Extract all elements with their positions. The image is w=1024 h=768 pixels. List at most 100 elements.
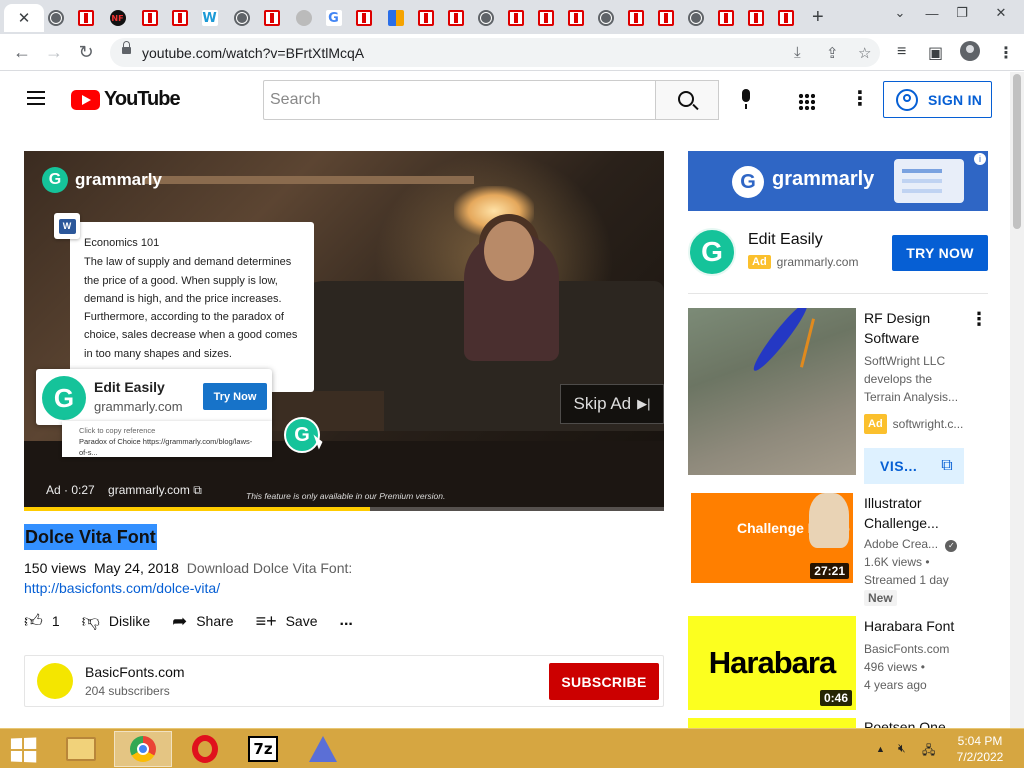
share-icon[interactable]: ⇪ [826,44,839,62]
video-thumbnail[interactable] [688,718,856,728]
tab[interactable] [292,4,315,32]
search-button[interactable] [655,80,719,120]
video-player[interactable]: G grammarly Economics 101 The law of sup… [24,151,664,511]
ad-domain-link[interactable]: grammarly.com [108,483,190,497]
tab-search-icon[interactable]: ⌄ [884,0,916,26]
card-title[interactable]: Harabara Font [864,616,964,636]
install-icon[interactable]: ⤓ [794,44,801,61]
apps-grid-icon[interactable] [798,93,815,110]
restore-button[interactable]: ❐ [946,0,978,26]
ad-progress-bar[interactable] [24,507,664,511]
related-video-card[interactable]: Challenge Recap 27:21 Illustrator Challe… [688,493,988,608]
network-icon[interactable]: 🖧 [922,741,935,762]
related-video-card[interactable]: Harabara 0:46 Harabara Font BasicFonts.c… [688,616,988,712]
card-channel-name[interactable]: Adobe Crea... [864,537,938,551]
tab[interactable] [714,4,737,32]
grammarly-logo-icon[interactable]: G [688,228,736,276]
minimize-button[interactable]: — [916,0,948,26]
tab[interactable] [594,4,617,32]
subscribe-button[interactable]: SUBSCRIBE [549,663,659,700]
sidebar-ad-title[interactable]: Edit Easily [748,231,823,249]
taskbar-file-explorer[interactable] [52,731,110,767]
microphone-icon[interactable] [738,89,754,111]
card-title[interactable]: Illustrator Challenge... [864,493,964,533]
reload-icon[interactable]: ↻ [74,40,98,64]
url-text[interactable]: youtube.com/watch?v=BFrtXtlMcqA [142,45,364,61]
tab[interactable] [384,4,407,32]
like-button[interactable]: 👍︎ 1 [24,610,60,632]
address-bar[interactable]: youtube.com/watch?v=BFrtXtlMcqA ⤓ ⇪ ☆ [110,38,880,67]
tab[interactable] [138,4,161,32]
tab[interactable] [564,4,587,32]
card-title[interactable]: Poetsen One [864,718,964,728]
volume-muted-icon[interactable]: 🔇︎ [898,741,906,756]
ad-info-icon[interactable]: i [974,153,986,165]
grammarly-banner-ad[interactable]: G grammarly i [688,151,988,211]
lock-icon[interactable] [122,41,131,56]
tab[interactable] [44,4,67,32]
tab[interactable] [684,4,707,32]
taskbar-opera[interactable] [176,731,234,767]
description-link[interactable]: http://basicfonts.com/dolce-vita/ [24,580,220,596]
tab[interactable] [74,4,97,32]
tab[interactable]: W [198,4,221,32]
taskbar-app[interactable] [294,731,352,767]
windows-start-icon[interactable] [10,737,38,763]
scrollbar-thumb[interactable] [1013,74,1021,229]
tab[interactable] [168,4,191,32]
sign-in-button[interactable]: SIGN IN [883,81,992,118]
bookmark-star-icon[interactable]: ☆ [858,44,871,62]
video-thumbnail[interactable]: Harabara 0:46 [688,616,856,710]
taskbar-chrome[interactable] [114,731,172,767]
close-tab-icon[interactable]: ✕ [18,9,31,27]
side-panel-icon[interactable]: ▣ [928,43,943,63]
tab[interactable]: G [322,4,345,32]
close-window-button[interactable]: ✕ [978,0,1024,26]
tab[interactable] [260,4,283,32]
more-actions-button[interactable]: ... [340,612,353,630]
tab[interactable] [654,4,677,32]
tray-overflow-icon[interactable]: ▲ [876,744,885,754]
taskbar-7zip[interactable]: 7z [234,731,292,767]
try-now-button[interactable]: Try Now [203,383,267,410]
visit-button[interactable]: VIS... ⧉ [864,448,964,484]
tab[interactable] [504,4,527,32]
settings-more-icon[interactable]: ⋮ [850,89,870,109]
forward-arrow-icon[interactable]: → [42,40,66,64]
chrome-menu-icon[interactable]: ⋮ [998,43,1014,63]
youtube-logo[interactable]: YouTube [71,88,181,111]
channel-avatar[interactable] [37,663,73,699]
search-box[interactable] [263,80,656,120]
search-input[interactable] [264,81,656,119]
save-button[interactable]: ≡+ Save [256,611,318,632]
profile-avatar-icon[interactable] [960,41,980,61]
channel-name[interactable]: BasicFonts.com [85,664,185,680]
system-clock[interactable]: 5:04 PM 7/2/2022 [948,733,1012,765]
tab[interactable] [624,4,647,32]
card-more-icon[interactable]: ⋮ [970,310,988,328]
external-link-icon[interactable]: ⧉ [193,483,202,497]
page-scrollbar[interactable] [1010,72,1024,728]
card-channel[interactable]: BasicFonts.com [864,640,949,658]
menu-icon[interactable] [27,91,45,105]
tab[interactable] [352,4,375,32]
video-thumbnail[interactable] [688,308,856,475]
share-button[interactable]: ➦ Share [172,611,233,632]
tab[interactable] [474,4,497,32]
related-video-card[interactable]: Poetsen One [688,718,988,728]
back-arrow-icon[interactable]: ← [10,40,34,64]
try-now-button[interactable]: TRY NOW [892,235,988,271]
dislike-button[interactable]: 👎︎ Dislike [82,610,151,632]
tab[interactable] [414,4,437,32]
tab[interactable] [444,4,467,32]
tab[interactable]: NF [106,4,129,32]
skip-ad-button[interactable]: Skip Ad ▶| [560,384,664,424]
tab-active[interactable]: ✕ [4,4,44,32]
sidebar-ad-card[interactable]: RF Design Software ⋮ SoftWright LLC deve… [688,308,988,488]
card-title[interactable]: RF Design Software [864,308,964,348]
tab[interactable] [534,4,557,32]
tab[interactable] [230,4,253,32]
reading-list-icon[interactable]: ≡ [897,43,906,61]
video-thumbnail[interactable]: Challenge Recap 27:21 [691,493,853,583]
tab[interactable] [774,4,797,32]
